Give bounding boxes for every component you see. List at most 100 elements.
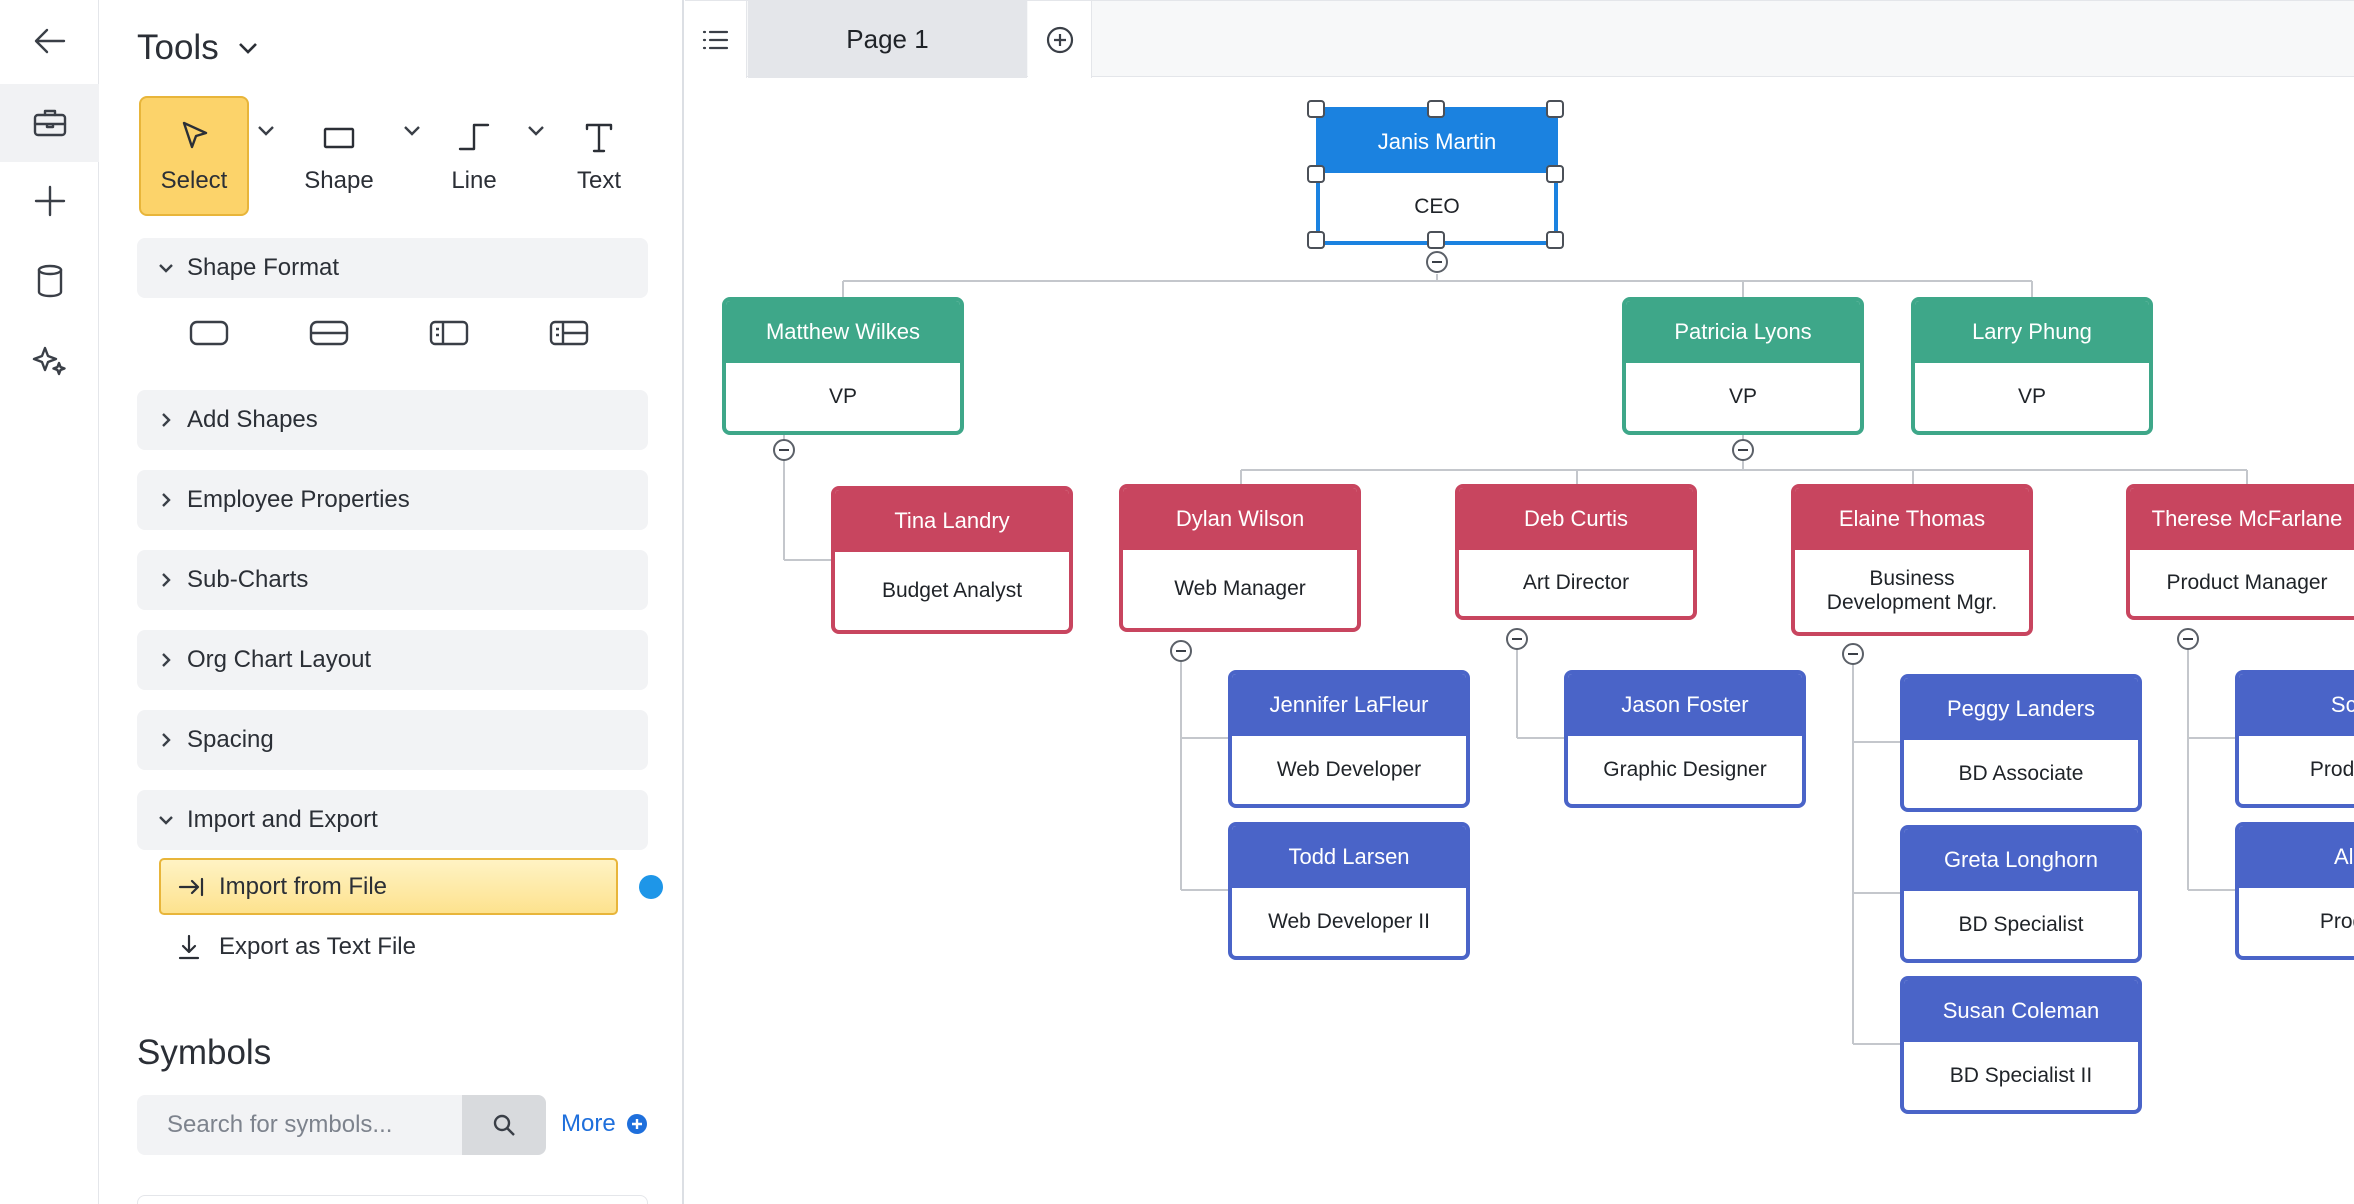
resize-handle[interactable] (1307, 231, 1325, 249)
org-node-staff[interactable]: Scott Product S (2235, 670, 2354, 808)
collapse-toggle[interactable] (773, 439, 795, 461)
org-node-staff[interactable]: Greta Longhorn BD Specialist (1900, 825, 2142, 963)
collapse-toggle[interactable] (2177, 628, 2199, 650)
tab-page-1[interactable]: Page 1 (748, 1, 1027, 78)
search-icon (493, 1114, 515, 1136)
employee-name: Dylan Wilson (1123, 488, 1357, 550)
add-page-button[interactable] (1028, 1, 1092, 78)
org-node-ceo[interactable]: Janis Martin CEO (1316, 107, 1558, 245)
shape-tool-label: Shape (304, 167, 374, 194)
export-text-file-button[interactable]: Export as Text File (175, 918, 416, 975)
employee-title: Business Development Mgr. (1826, 566, 1998, 614)
org-node-vp[interactable]: Larry Phung VP (1911, 297, 2153, 435)
collapse-toggle[interactable] (1732, 439, 1754, 461)
resize-handle[interactable] (1546, 231, 1564, 249)
tools-dropdown[interactable]: Tools (137, 28, 263, 68)
org-node-manager[interactable]: Dylan Wilson Web Manager (1119, 484, 1361, 632)
collapse-toggle[interactable] (1426, 251, 1448, 273)
resize-handle[interactable] (1546, 100, 1564, 118)
add-button[interactable] (0, 162, 99, 240)
org-node-staff[interactable]: Alan Product (2235, 822, 2354, 960)
employee-title: Web Developer (1276, 757, 1422, 781)
plus-circle-icon (1046, 26, 1073, 53)
section-shape-format[interactable]: Shape Format (137, 238, 648, 298)
download-icon (178, 934, 200, 959)
back-button[interactable] (0, 2, 99, 80)
employee-name: Jason Foster (1568, 674, 1802, 736)
tools-button[interactable] (0, 84, 99, 162)
employee-name: Susan Coleman (1904, 980, 2138, 1042)
employee-title: Product (2319, 909, 2354, 933)
page-list-button[interactable] (685, 1, 747, 78)
org-node-manager[interactable]: Tina Landry Budget Analyst (831, 486, 1073, 634)
employee-name: Elaine Thomas (1795, 488, 2029, 550)
section-employee-properties-label: Employee Properties (187, 486, 410, 513)
employee-name: Deb Curtis (1459, 488, 1693, 550)
format-photo-header-button[interactable] (547, 316, 591, 350)
resize-handle[interactable] (1307, 100, 1325, 118)
org-node-staff[interactable]: Peggy Landers BD Associate (1900, 674, 2142, 812)
tools-panel: Tools Select Shape Line Text Shape Forma… (99, 0, 684, 1204)
resize-handle[interactable] (1546, 165, 1564, 183)
chevron-down-icon (528, 126, 544, 136)
resize-handle[interactable] (1427, 100, 1445, 118)
plus-circle-icon (626, 1114, 647, 1134)
resize-handle[interactable] (1307, 165, 1325, 183)
page-tabs-bar: Page 1 (685, 0, 2354, 78)
employee-name: Peggy Landers (1904, 678, 2138, 740)
line-tool[interactable]: Line (424, 96, 524, 216)
import-from-file-button[interactable]: Import from File (159, 858, 618, 915)
pointer-icon (182, 121, 208, 149)
ai-button[interactable] (0, 322, 99, 400)
org-node-vp[interactable]: Matthew Wilkes VP (722, 297, 964, 435)
org-node-staff[interactable]: Susan Coleman BD Specialist II (1900, 976, 2142, 1114)
format-plain-button[interactable] (187, 316, 231, 350)
select-tool[interactable]: Select (139, 96, 249, 216)
employee-title: BD Specialist (1958, 912, 2084, 936)
more-symbols-label: More (561, 1110, 616, 1137)
text-tool-label: Text (576, 167, 621, 194)
collapse-toggle[interactable] (1842, 643, 1864, 665)
line-options-caret[interactable] (524, 118, 548, 142)
org-node-staff[interactable]: Jennifer LaFleur Web Developer (1228, 670, 1470, 808)
org-node-staff[interactable]: Jason Foster Graphic Designer (1564, 670, 1806, 808)
org-node-vp[interactable]: Patricia Lyons VP (1622, 297, 1864, 435)
org-node-staff[interactable]: Todd Larsen Web Developer II (1228, 822, 1470, 960)
section-employee-properties[interactable]: Employee Properties (137, 470, 648, 530)
employee-title: Graphic Designer (1603, 757, 1767, 781)
toolbox-icon (33, 109, 66, 137)
org-node-manager[interactable]: Therese McFarlane Product Manager (2126, 484, 2354, 620)
format-header-button[interactable] (307, 316, 351, 350)
symbol-search-button[interactable] (462, 1095, 546, 1155)
format-photo-button[interactable] (427, 316, 471, 350)
collapse-toggle[interactable] (1506, 628, 1528, 650)
chevron-down-icon (238, 43, 257, 54)
section-spacing[interactable]: Spacing (137, 710, 648, 770)
resize-handle[interactable] (1427, 231, 1445, 249)
chevron-down-icon (159, 264, 173, 273)
data-button[interactable] (0, 242, 99, 320)
collapse-toggle[interactable] (1170, 640, 1192, 662)
section-sub-charts-label: Sub-Charts (187, 566, 309, 593)
employee-name: Larry Phung (1915, 301, 2149, 363)
select-options-caret[interactable] (254, 118, 278, 142)
section-org-chart-layout-label: Org Chart Layout (187, 646, 372, 673)
employee-title: VP (2017, 384, 2046, 408)
employee-title: Budget Analyst (881, 578, 1023, 602)
text-tool[interactable]: Text (554, 96, 644, 216)
export-text-file-label: Export as Text File (219, 932, 416, 960)
section-sub-charts[interactable]: Sub-Charts (137, 550, 648, 610)
symbols-title: Symbols (137, 1033, 272, 1072)
diagram-canvas[interactable]: Janis Martin CEO Matthew Wilkes VP Patri… (685, 78, 2354, 1204)
shape-tool[interactable]: Shape (279, 96, 399, 216)
org-node-manager[interactable]: Elaine Thomas Business Development Mgr. (1791, 484, 2033, 636)
database-icon (37, 264, 62, 298)
section-add-shapes[interactable]: Add Shapes (137, 390, 648, 450)
shape-options-caret[interactable] (400, 118, 424, 142)
section-org-chart-layout[interactable]: Org Chart Layout (137, 630, 648, 690)
section-import-export[interactable]: Import and Export (137, 790, 648, 850)
drag-dot[interactable] (639, 875, 663, 899)
org-node-manager[interactable]: Deb Curtis Art Director (1455, 484, 1697, 620)
symbol-search-input[interactable] (137, 1095, 462, 1155)
more-symbols-link[interactable]: More (561, 1110, 648, 1138)
